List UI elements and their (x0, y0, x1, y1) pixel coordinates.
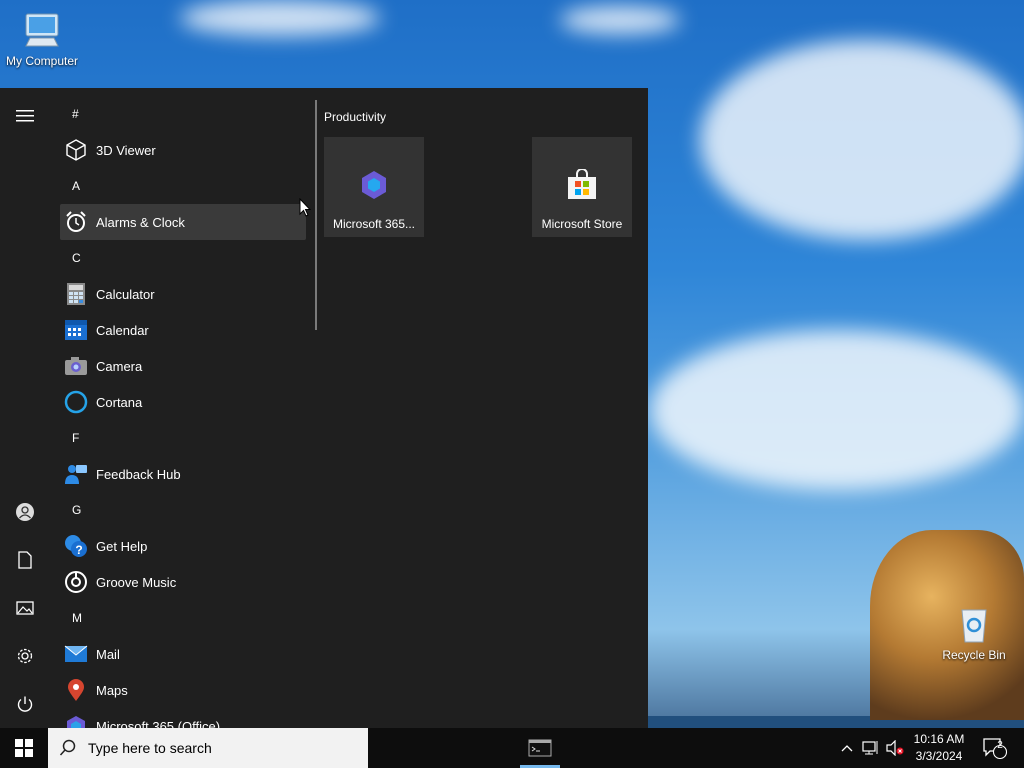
tile-microsoft-store[interactable]: Microsoft Store (532, 137, 632, 237)
settings-icon[interactable] (9, 640, 41, 672)
scrollbar[interactable] (315, 100, 317, 330)
section-letter[interactable]: F (60, 420, 306, 456)
app-label: Alarms & Clock (96, 214, 185, 230)
search-icon (48, 739, 88, 757)
terminal-icon (528, 739, 552, 757)
clock-time: 10:16 AM (913, 732, 965, 746)
section-letter[interactable]: # (60, 96, 306, 132)
volume-button[interactable] (884, 728, 906, 768)
desktop-icon-label: My Computer (5, 54, 79, 68)
app-label: Camera (96, 358, 143, 374)
microsoft-store-icon (566, 168, 598, 201)
app-groove-music[interactable]: Groove Music (60, 564, 306, 600)
start-rail (0, 88, 50, 728)
clock[interactable]: 10:16 AM 3/3/2024 (905, 731, 973, 765)
taskbar-app-terminal[interactable] (520, 728, 560, 768)
tile-label: Microsoft 365... (332, 217, 416, 231)
notification-count: 2 (997, 740, 1003, 751)
tile-microsoft-365[interactable]: Microsoft 365... (324, 137, 424, 237)
app-alarms-clock[interactable]: Alarms & Clock (60, 204, 306, 240)
app-microsoft-365[interactable]: Microsoft 365 (Office) (60, 708, 306, 728)
app-label: Maps (96, 682, 128, 698)
clock-date: 3/3/2024 (915, 749, 963, 763)
network-icon (862, 741, 878, 755)
desktop-icon-label: Recycle Bin (942, 648, 1006, 662)
groove-music-icon (64, 570, 88, 594)
get-help-icon: ? (64, 534, 88, 558)
volume-muted-icon (886, 740, 904, 756)
app-label: Get Help (96, 538, 148, 554)
search-placeholder: Type here to search (88, 740, 212, 756)
microsoft-365-icon (358, 169, 390, 201)
tile-label: Microsoft Store (541, 217, 623, 231)
desktop-icon-my-computer[interactable]: My Computer (0, 10, 84, 68)
app-label: Microsoft 365 (Office) (96, 718, 221, 729)
app-mail[interactable]: Mail (60, 636, 306, 672)
cortana-icon (64, 390, 88, 414)
svg-text:?: ? (75, 543, 82, 557)
wallpaper-cloud (180, 0, 380, 36)
calculator-icon (64, 282, 88, 306)
app-label: Calendar (96, 322, 149, 338)
pictures-icon[interactable] (9, 592, 41, 624)
show-hidden-icons-button[interactable] (838, 728, 856, 768)
tile-group-title[interactable]: Productivity (324, 110, 386, 124)
maps-icon (64, 678, 88, 702)
app-label: 3D Viewer (96, 142, 156, 158)
desktop-icon-recycle-bin[interactable]: Recycle Bin (932, 604, 1016, 662)
start-menu: # 3D Viewer A Alarms & Clock C Calculato… (0, 88, 648, 728)
app-feedback-hub[interactable]: Feedback Hub (60, 456, 306, 492)
app-cortana[interactable]: Cortana (60, 384, 306, 420)
start-button[interactable] (0, 728, 48, 768)
power-icon[interactable] (9, 688, 41, 720)
calendar-icon (64, 318, 88, 342)
taskbar: Type here to search 10:16 AM 3/3/2024 2 (0, 728, 1024, 768)
app-label: Groove Music (96, 574, 177, 590)
app-maps[interactable]: Maps (60, 672, 306, 708)
menu-icon[interactable] (9, 100, 41, 132)
network-button[interactable] (860, 728, 882, 768)
camera-icon (64, 354, 88, 378)
3d-viewer-icon (64, 138, 88, 162)
app-camera[interactable]: Camera (60, 348, 306, 384)
documents-icon[interactable] (9, 544, 41, 576)
app-label: Feedback Hub (96, 466, 181, 482)
chevron-up-icon (841, 745, 853, 752)
recycle-bin-icon (954, 604, 994, 644)
app-calculator[interactable]: Calculator (60, 276, 306, 312)
search-box[interactable]: Type here to search (48, 728, 368, 768)
feedback-hub-icon (64, 462, 88, 486)
app-label: Cortana (96, 394, 143, 410)
section-letter[interactable]: A (60, 168, 306, 204)
app-label: Mail (96, 646, 120, 662)
action-center-button[interactable]: 2 (980, 728, 1010, 768)
section-letter[interactable]: M (60, 600, 306, 636)
alarm-clock-icon (64, 210, 88, 234)
section-letter[interactable]: C (60, 240, 306, 276)
app-list: # 3D Viewer A Alarms & Clock C Calculato… (60, 96, 306, 728)
microsoft-365-icon (64, 714, 88, 728)
app-calendar[interactable]: Calendar (60, 312, 306, 348)
windows-logo-icon (15, 739, 33, 757)
wallpaper-cloud (700, 40, 1024, 240)
app-get-help[interactable]: ? Get Help (60, 528, 306, 564)
wallpaper-cloud (560, 6, 680, 34)
mail-icon (64, 642, 88, 666)
wallpaper-cloud (650, 330, 1024, 490)
section-letter[interactable]: G (60, 492, 306, 528)
app-label: Calculator (96, 286, 155, 302)
user-icon[interactable] (9, 496, 41, 528)
computer-icon (22, 10, 62, 50)
mouse-cursor-icon (299, 198, 311, 217)
app-3d-viewer[interactable]: 3D Viewer (60, 132, 306, 168)
